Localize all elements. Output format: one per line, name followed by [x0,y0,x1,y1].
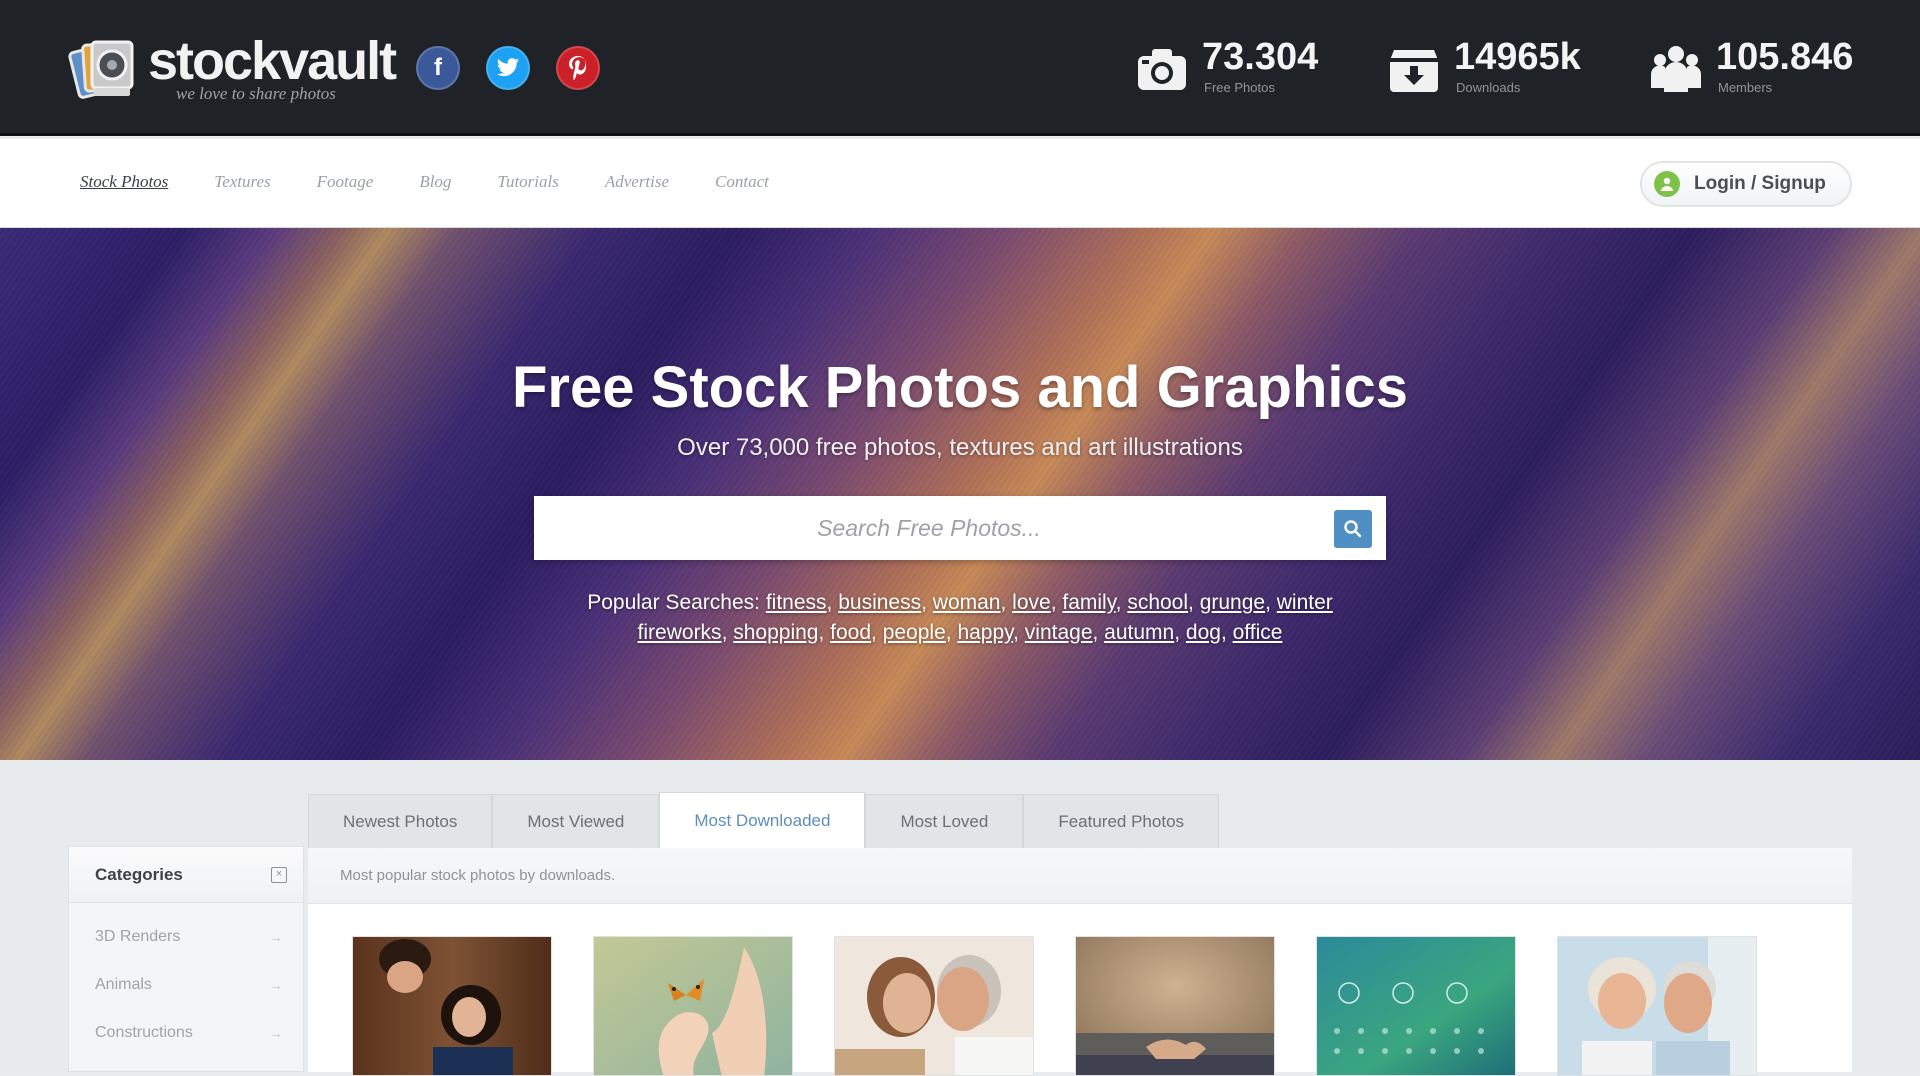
popular-tag[interactable]: love [1012,591,1051,614]
collapse-icon[interactable]: × [271,866,287,883]
popular-tag[interactable]: shopping [733,621,818,644]
category-item-animals[interactable]: Animals → [69,961,303,1009]
photos-panel: Most popular stock photos by downloads. [308,848,1852,1076]
popular-label: Popular Searches: [587,591,760,614]
popular-tag[interactable]: fitness [766,591,827,614]
popular-tag[interactable]: people [883,621,946,644]
hands-belly-photo [1076,937,1274,1075]
tab-most-loved[interactable]: Most Loved [865,794,1024,848]
tab-most-downloaded[interactable]: Most Downloaded [659,792,866,848]
logo-vault-icon [68,40,134,99]
category-item-constructions[interactable]: Constructions → [69,1009,303,1057]
popular-tag[interactable]: office [1233,621,1283,644]
login-signup-button[interactable]: Login / Signup [1640,161,1852,207]
members-icon [1651,46,1701,92]
stat-label: Members [1718,80,1773,95]
photo-tabs: Newest Photos Most Viewed Most Downloade… [308,792,1220,848]
popular-tag[interactable]: food [830,621,871,644]
popular-tag[interactable]: grunge [1200,591,1265,614]
categories-title: Categories [95,864,183,884]
login-signup-label: Login / Signup [1694,173,1826,194]
category-label: Constructions [95,1024,193,1041]
hero-banner: Free Stock Photos and Graphics Over 73,0… [0,228,1920,760]
popular-line-1: Popular Searches: fitness, business, wom… [587,591,1333,614]
popular-tag[interactable]: business [838,591,921,614]
popular-line-2: fireworks, shopping, food, people, happy… [637,621,1283,644]
search-bar [534,496,1386,560]
user-icon [1654,171,1680,197]
nav-link-textures[interactable]: Textures [214,172,270,192]
nav-link-blog[interactable]: Blog [419,172,451,192]
categories-header: Categories × [69,847,303,903]
photo-thumbnail-couple[interactable] [352,936,552,1076]
popular-tag[interactable]: fireworks [638,621,722,644]
nav-link-advertise[interactable]: Advertise [605,172,669,192]
photo-grid [352,936,1757,1076]
tab-most-viewed[interactable]: Most Viewed [492,794,660,848]
arrow-right-icon: → [269,1025,283,1041]
top-bar: stockvault we love to share photos f 73.… [0,0,1920,136]
hero-title: Free Stock Photos and Graphics [512,355,1408,420]
categories-sidebar: Categories × 3D Renders → Animals → Cons… [68,846,304,1072]
category-item-3d-renders[interactable]: 3D Renders → [69,913,303,961]
photo-thumbnail-calendar[interactable] [1316,936,1516,1076]
popular-tag[interactable]: autumn [1104,621,1174,644]
stat-label: Free Photos [1204,80,1275,95]
search-button[interactable] [1334,510,1372,548]
pinterest-icon[interactable] [556,46,600,90]
butterfly-hand-photo [594,937,792,1075]
category-label: 3D Renders [95,928,181,945]
nav-link-contact[interactable]: Contact [715,172,769,192]
category-label: Animals [95,976,152,993]
arrow-right-icon: → [269,929,283,945]
logo-tagline: we love to share photos [176,84,336,103]
senior-couple-smiling-photo [1558,937,1756,1075]
logo-wordmark: stockvault [148,31,397,91]
popular-tag[interactable]: family [1062,591,1115,614]
nav-link-footage[interactable]: Footage [317,172,374,192]
photo-thumbnail-elderly-couple[interactable] [834,936,1034,1076]
site-logo[interactable]: stockvault we love to share photos [68,30,397,110]
stat-label: Downloads [1456,80,1521,95]
camera-icon [1138,49,1186,90]
nav-link-stock-photos[interactable]: Stock Photos [80,172,168,192]
photo-thumbnail-seniors[interactable] [1557,936,1757,1076]
twitter-icon[interactable] [486,46,530,90]
main-nav: Stock Photos Textures Footage Blog Tutor… [0,139,1920,228]
stat-value: 105.846 [1716,36,1854,78]
calendar-app-photo [1317,937,1515,1075]
content-area: Newest Photos Most Viewed Most Downloade… [0,760,1920,1076]
facebook-icon[interactable]: f [416,46,460,90]
popular-tag[interactable]: happy [957,621,1013,644]
stat-value: 73.304 [1202,36,1319,78]
stat-value: 14965k [1454,36,1581,78]
popular-tag[interactable]: woman [933,591,1001,614]
tab-featured-photos[interactable]: Featured Photos [1023,794,1220,848]
arrow-right-icon: → [269,977,283,993]
popular-tag[interactable]: dog [1186,621,1221,644]
tab-newest-photos[interactable]: Newest Photos [308,794,493,848]
categories-list: 3D Renders → Animals → Constructions → [69,903,303,1057]
nav-links: Stock Photos Textures Footage Blog Tutor… [80,172,769,192]
twitter-bird-glyph [497,58,519,77]
search-icon [1344,520,1362,538]
popular-tag[interactable]: school [1127,591,1188,614]
download-box-icon [1390,50,1438,92]
pinterest-p-glyph [569,56,587,81]
nav-link-tutorials[interactable]: Tutorials [497,172,558,192]
elderly-couple-embrace-photo [835,937,1033,1075]
photo-thumbnail-butterfly[interactable] [593,936,793,1076]
couple-lying-photo [353,937,551,1075]
popular-tag[interactable]: winter [1277,591,1333,614]
popular-searches: Popular Searches: fitness, business, wom… [0,588,1920,648]
popular-tag[interactable]: vintage [1025,621,1093,644]
photo-thumbnail-hands[interactable] [1075,936,1275,1076]
panel-description: Most popular stock photos by downloads. [308,848,1852,904]
hero-subtitle: Over 73,000 free photos, textures and ar… [677,434,1243,461]
search-input[interactable] [534,496,1324,560]
